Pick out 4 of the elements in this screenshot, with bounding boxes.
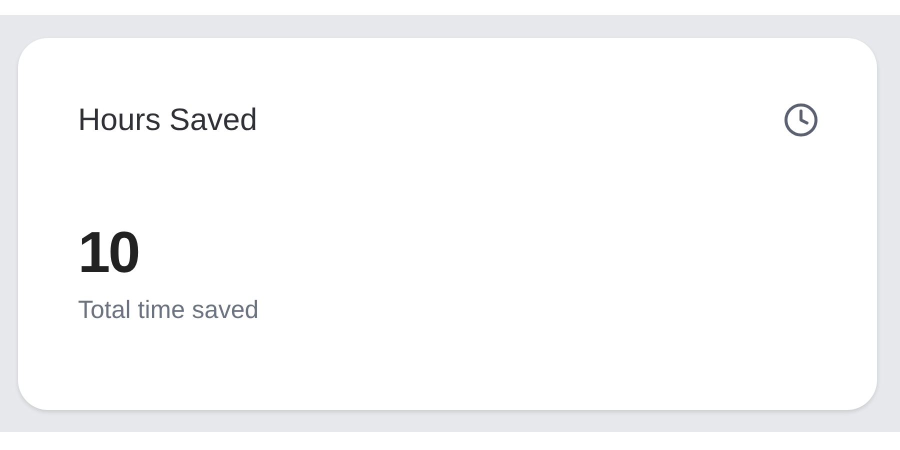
stat-value: 10 (78, 224, 140, 282)
card-title: Hours Saved (78, 102, 258, 138)
stat-caption: Total time saved (78, 296, 260, 325)
clock-icon (783, 102, 819, 138)
